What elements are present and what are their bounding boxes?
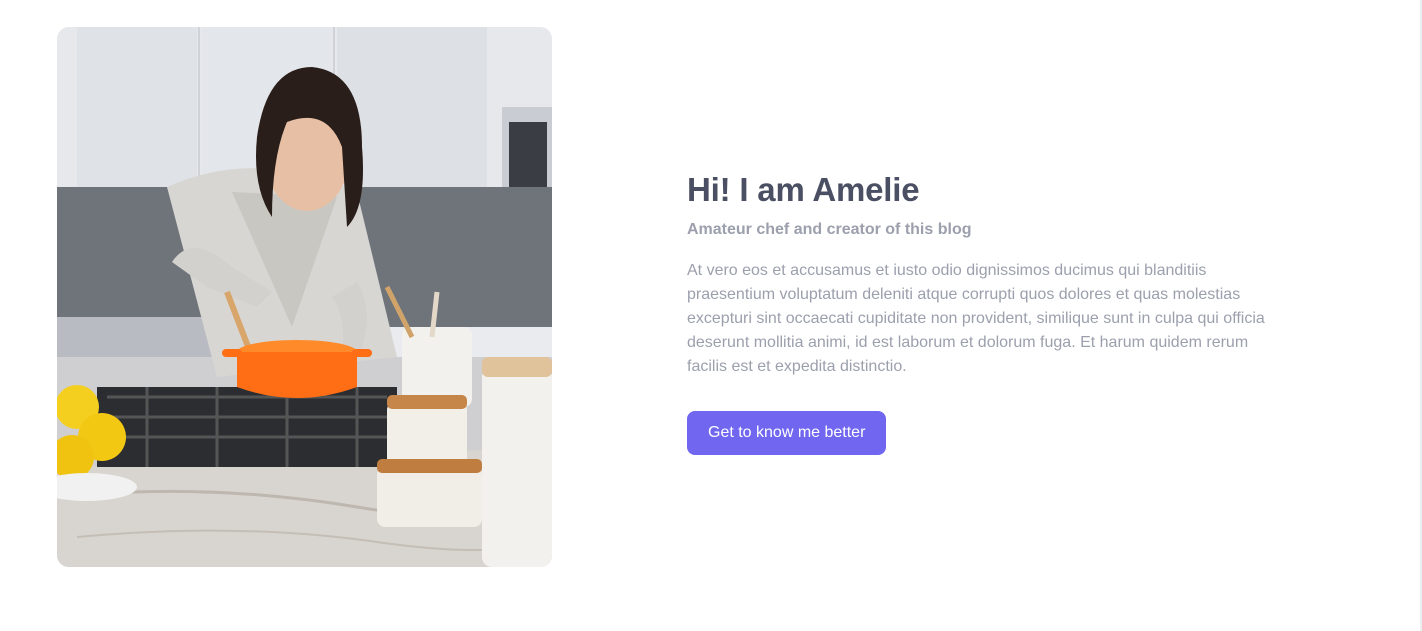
get-to-know-me-button[interactable]: Get to know me better xyxy=(687,411,887,455)
kitchen-cooking-illustration xyxy=(57,27,552,567)
subtitle: Amateur chef and creator of this blog xyxy=(687,221,972,238)
intro-text-block: Hi! I am Amelie Amateur chef and creator… xyxy=(687,170,1297,455)
page-title: Hi! I am Amelie xyxy=(687,171,920,208)
author-photo xyxy=(57,27,552,567)
about-section: Hi! I am Amelie Amateur chef and creator… xyxy=(0,0,1422,631)
intro-paragraph: At vero eos et accusamus et iusto odio d… xyxy=(687,262,1265,375)
